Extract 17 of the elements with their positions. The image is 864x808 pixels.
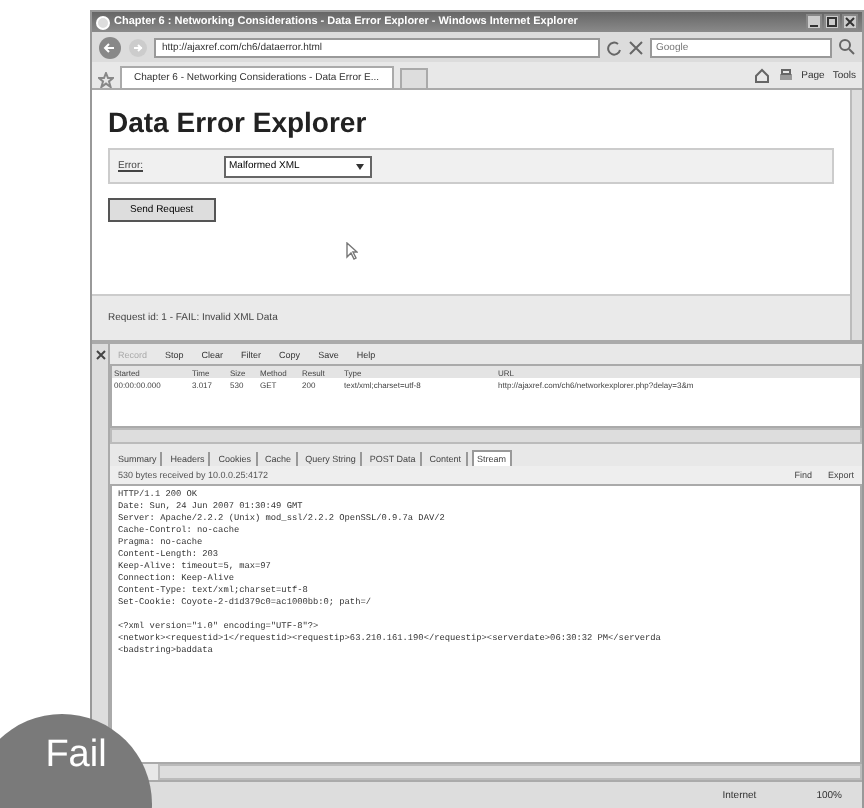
home-icon[interactable] [753,68,770,84]
search-icon[interactable] [838,38,856,56]
minimize-icon[interactable] [806,14,822,30]
close-icon[interactable] [842,14,858,30]
maximize-icon[interactable] [824,14,840,30]
scrollbar[interactable] [158,764,862,780]
dropdown-arrow-icon [353,160,365,172]
printer-icon[interactable] [777,68,794,84]
scrollbar[interactable] [850,90,862,340]
scrollbar[interactable] [110,428,862,444]
mouse-cursor-icon [346,242,358,260]
star-icon[interactable] [98,72,114,88]
close-icon[interactable] [95,350,105,360]
page-heading: Data Error Explorer [108,106,369,138]
refresh-icon[interactable] [606,39,622,55]
back-button-icon[interactable] [98,35,122,59]
stop-icon[interactable] [628,39,644,55]
